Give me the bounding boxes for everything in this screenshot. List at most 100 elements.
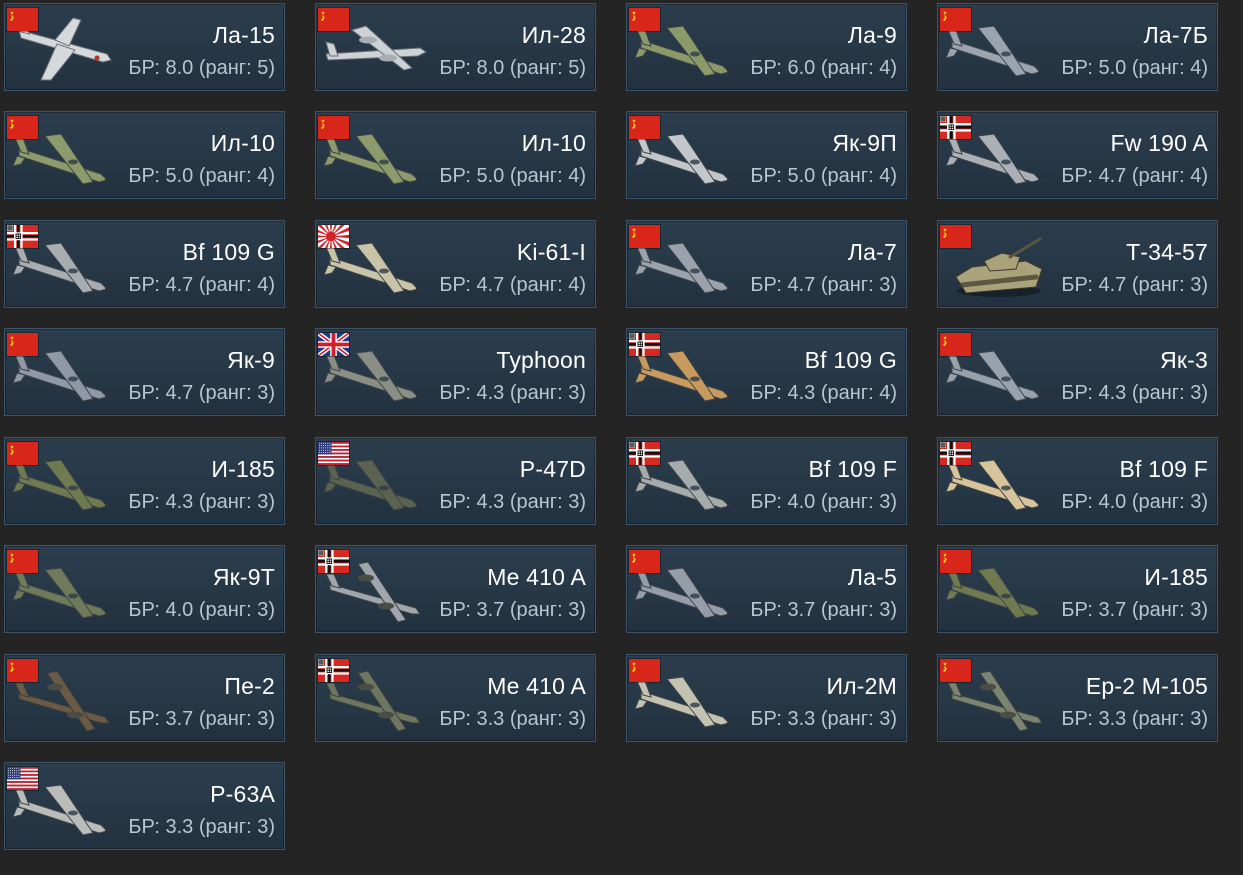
flag-ussr-icon: [629, 550, 660, 573]
vehicle-card[interactable]: Ла-9 БР: 6.0 (ранг: 4): [626, 3, 907, 91]
battle-rating: БР: 3.3 (ранг: 3): [128, 816, 275, 838]
flag-ussr-icon: [629, 8, 660, 31]
vehicle-name: Як-9: [227, 347, 275, 373]
vehicle-card[interactable]: Ki-61-I БР: 4.7 (ранг: 4): [301, 206, 596, 308]
vehicle-card[interactable]: Як-9П БР: 5.0 (ранг: 4): [626, 111, 907, 199]
flag-ussr-icon: [7, 659, 38, 682]
flag-japan-icon: [301, 206, 361, 267]
vehicle-name: Bf 109 F: [1119, 456, 1208, 482]
battle-rating: БР: 4.0 (ранг: 3): [128, 599, 275, 621]
flag-germany-icon: [940, 442, 971, 465]
vehicle-card[interactable]: Me 410 A БР: 3.7 (ранг: 3): [315, 545, 596, 633]
battle-rating: БР: 3.7 (ранг: 3): [439, 599, 586, 621]
vehicle-name: Ла-5: [847, 564, 897, 590]
vehicle-name: Typhoon: [496, 347, 586, 373]
vehicle-card[interactable]: Bf 109 F БР: 4.0 (ранг: 3): [937, 437, 1218, 525]
vehicle-card[interactable]: Як-3 БР: 4.3 (ранг: 3): [937, 328, 1218, 416]
vehicle-name: P-47D: [519, 456, 586, 482]
vehicle-card[interactable]: Bf 109 G БР: 4.7 (ранг: 4): [4, 220, 285, 308]
vehicle-name: И-185: [211, 456, 275, 482]
vehicle-card[interactable]: Ил-28 БР: 8.0 (ранг: 5): [315, 3, 596, 91]
vehicle-name: Ил-10: [521, 130, 586, 156]
vehicle-card[interactable]: Ил-10 БР: 5.0 (ранг: 4): [4, 111, 285, 199]
flag-ussr-icon: [940, 659, 971, 682]
battle-rating: БР: 3.7 (ранг: 3): [750, 599, 897, 621]
flag-ussr-icon: [940, 225, 971, 248]
vehicle-name: Ил-10: [210, 130, 275, 156]
flag-ussr-icon: [7, 333, 38, 356]
battle-rating: БР: 4.7 (ранг: 4): [1061, 165, 1208, 187]
vehicle-card[interactable]: Пе-2 БР: 3.7 (ранг: 3): [4, 654, 285, 742]
vehicle-name: Ил-28: [521, 22, 586, 48]
flag-germany-icon: [629, 442, 660, 465]
battle-rating: БР: 3.7 (ранг: 3): [1061, 599, 1208, 621]
vehicle-name: Fw 190 A: [1110, 130, 1208, 156]
flag-ussr-icon: [7, 8, 38, 31]
vehicle-card[interactable]: Ил-10 БР: 5.0 (ранг: 4): [315, 111, 596, 199]
battle-rating: БР: 5.0 (ранг: 4): [439, 165, 586, 187]
vehicle-card[interactable]: Ла-7 БР: 4.7 (ранг: 3): [626, 220, 907, 308]
vehicle-card[interactable]: Ла-15 БР: 8.0 (ранг: 5): [4, 3, 285, 91]
flag-ussr-icon: [629, 225, 660, 248]
vehicle-name: Bf 109 F: [808, 456, 897, 482]
battle-rating: БР: 3.3 (ранг: 3): [439, 708, 586, 730]
flag-usa-icon: [7, 767, 38, 790]
vehicle-card[interactable]: Fw 190 A БР: 4.7 (ранг: 4): [937, 111, 1218, 199]
vehicle-card[interactable]: Bf 109 G БР: 4.3 (ранг: 4): [626, 328, 907, 416]
vehicle-card[interactable]: И-185 БР: 3.7 (ранг: 3): [937, 545, 1218, 633]
vehicle-card[interactable]: Як-9 БР: 4.7 (ранг: 3): [4, 328, 285, 416]
flag-ussr-icon: [940, 550, 971, 573]
vehicle-card[interactable]: P-63A БР: 3.3 (ранг: 3): [4, 762, 285, 850]
vehicle-card[interactable]: Як-9Т БР: 4.0 (ранг: 3): [4, 545, 285, 633]
vehicle-name: Як-9П: [832, 130, 897, 156]
vehicle-name: Bf 109 G: [182, 239, 275, 265]
flag-germany-icon: [7, 225, 38, 248]
vehicle-card[interactable]: P-47D БР: 4.3 (ранг: 3): [315, 437, 596, 525]
flag-germany-icon: [629, 333, 660, 356]
vehicle-name: Т-34-57: [1126, 239, 1208, 265]
vehicle-card[interactable]: Me 410 A БР: 3.3 (ранг: 3): [315, 654, 596, 742]
battle-rating: БР: 3.7 (ранг: 3): [128, 708, 275, 730]
vehicle-card[interactable]: Ил-2М БР: 3.3 (ранг: 3): [626, 654, 907, 742]
vehicle-name: Me 410 A: [487, 673, 586, 699]
flag-usa-icon: [318, 442, 349, 465]
vehicle-name: Як-3: [1160, 347, 1208, 373]
flag-ussr-icon: [7, 116, 38, 139]
vehicle-name: Пе-2: [224, 673, 275, 699]
battle-rating: БР: 4.3 (ранг: 3): [128, 491, 275, 513]
battle-rating: БР: 6.0 (ранг: 4): [750, 57, 897, 79]
vehicle-name: Ил-2М: [826, 673, 897, 699]
vehicle-name: Ер-2 М-105: [1085, 673, 1208, 699]
flag-ussr-icon: [940, 333, 971, 356]
vehicle-card[interactable]: Bf 109 F БР: 4.0 (ранг: 3): [626, 437, 907, 525]
vehicle-card[interactable]: Ер-2 М-105 БР: 3.3 (ранг: 3): [937, 654, 1218, 742]
vehicle-card[interactable]: И-185 БР: 4.3 (ранг: 3): [4, 437, 285, 525]
flag-germany-icon: [318, 550, 349, 573]
flag-ussr-icon: [7, 550, 38, 573]
battle-rating: БР: 3.3 (ранг: 3): [1061, 708, 1208, 730]
vehicle-name: P-63A: [210, 781, 275, 807]
battle-rating: БР: 3.3 (ранг: 3): [750, 708, 897, 730]
battle-rating: БР: 4.7 (ранг: 3): [750, 274, 897, 296]
vehicle-name: Ла-7Б: [1143, 22, 1208, 48]
vehicle-grid: Ла-15 БР: 8.0 (ранг: 5) Ил-28 БР: 8.0 (ран…: [0, 0, 1243, 875]
battle-rating: БР: 4.7 (ранг: 4): [439, 274, 586, 296]
vehicle-name: Ki-61-I: [516, 239, 586, 265]
battle-rating: БР: 5.0 (ранг: 4): [750, 165, 897, 187]
battle-rating: БР: 4.3 (ранг: 3): [439, 382, 586, 404]
vehicle-card[interactable]: Typhoon БР: 4.3 (ранг: 3): [315, 328, 596, 416]
flag-ussr-icon: [629, 116, 660, 139]
vehicle-name: Ла-15: [212, 22, 275, 48]
battle-rating: БР: 4.3 (ранг: 3): [439, 491, 586, 513]
battle-rating: БР: 4.3 (ранг: 4): [750, 382, 897, 404]
flag-germany-icon: [940, 116, 971, 139]
vehicle-name: Bf 109 G: [804, 347, 897, 373]
vehicle-card[interactable]: Ла-7Б БР: 5.0 (ранг: 4): [937, 3, 1218, 91]
flag-uk-icon: [316, 331, 351, 358]
battle-rating: БР: 8.0 (ранг: 5): [128, 57, 275, 79]
vehicle-card[interactable]: Т-34-57 БР: 4.7 (ранг: 3): [937, 220, 1218, 308]
flag-ussr-icon: [318, 8, 349, 31]
battle-rating: БР: 4.7 (ранг: 3): [1061, 274, 1208, 296]
vehicle-card[interactable]: Ла-5 БР: 3.7 (ранг: 3): [626, 545, 907, 633]
vehicle-name: Як-9Т: [212, 564, 275, 590]
